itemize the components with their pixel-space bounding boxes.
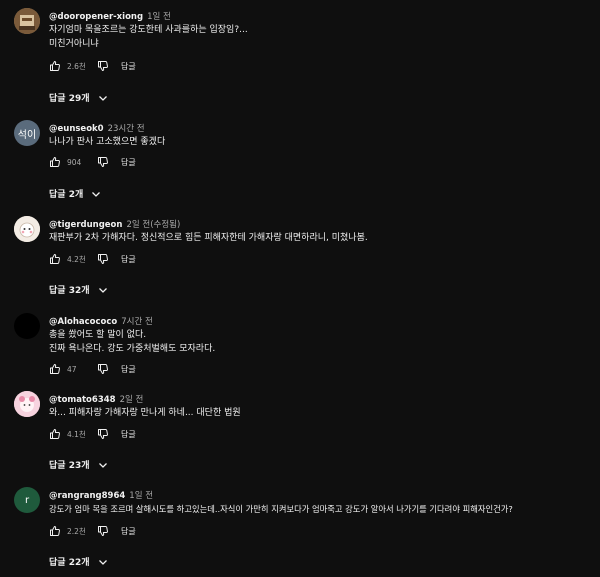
thumbs-up-icon[interactable] <box>49 60 61 72</box>
comment-actions: 4.1천 답글 <box>49 427 136 441</box>
reply-button[interactable]: 답글 <box>121 429 136 440</box>
reply-button[interactable]: 답글 <box>121 157 136 168</box>
author-name[interactable]: @tomato6348 <box>49 395 116 405</box>
chevron-down-icon <box>97 284 109 296</box>
replies-count: 답글 2개 <box>49 190 84 200</box>
comment-line: 총을 쐈어도 할 말이 없다. <box>49 330 147 340</box>
thumbs-up-icon[interactable] <box>49 428 61 440</box>
chevron-down-icon <box>97 92 109 104</box>
reply-button[interactable]: 답글 <box>121 364 136 375</box>
comment-header: @dooropener-xiong 1일 전 <box>49 10 171 22</box>
timestamp[interactable]: 7시간 전 <box>121 317 153 327</box>
comment-header: @Alohacococo 7시간 전 <box>49 315 153 327</box>
comment-line: 자기엄마 목을조르는 강도한테 사과를하는 입장임?... <box>49 25 248 35</box>
avatar[interactable] <box>14 391 40 417</box>
like-count: 47 <box>67 364 77 374</box>
thumbs-down-icon[interactable] <box>97 156 109 168</box>
avatar[interactable] <box>14 216 40 242</box>
thumbs-up-icon[interactable] <box>49 363 61 375</box>
thumbs-up-icon[interactable] <box>49 253 61 265</box>
comment-text: 총을 쐈어도 할 말이 없다. 진짜 욕나온다. 강도 가중처벌해도 모자라다. <box>49 329 589 356</box>
like-count: 904 <box>67 157 82 167</box>
thumbs-up-icon[interactable] <box>49 156 61 168</box>
author-name[interactable]: @Alohacococo <box>49 317 117 327</box>
replies-count: 답글 32개 <box>49 286 90 296</box>
timestamp[interactable]: 2일 전 <box>120 395 144 405</box>
thumbs-down-icon[interactable] <box>97 525 109 537</box>
comment-header: @eunseok0 23시간 전 <box>49 122 145 134</box>
comment-actions: 47 답글 <box>49 362 136 376</box>
avatar-image <box>14 8 40 34</box>
comment-text: 강도가 엄마 목을 조르며 살해시도를 하고있는데..자식이 가만히 지켜보다가… <box>49 503 589 517</box>
avatar-image <box>14 391 40 417</box>
timestamp[interactable]: 1일 전 <box>147 12 171 22</box>
thumbs-up-icon[interactable] <box>49 525 61 537</box>
view-replies-button[interactable]: 답글 32개 <box>49 283 109 296</box>
thumbs-down-icon[interactable] <box>97 60 109 72</box>
timestamp[interactable]: 23시간 전 <box>108 124 145 134</box>
thumbs-down-icon[interactable] <box>97 428 109 440</box>
comment-line: 와... 피해자랑 가해자랑 만나게 하네... 대단한 법원 <box>49 408 241 418</box>
thumbs-down-icon[interactable] <box>97 253 109 265</box>
avatar-text: 석이 <box>17 129 37 141</box>
author-name[interactable]: @dooropener-xiong <box>49 12 143 22</box>
comment-header: @rangrang8964 1일 전 <box>49 489 153 501</box>
like-count: 2.6천 <box>67 61 86 71</box>
avatar-text: r <box>24 494 30 506</box>
comment-actions: 2.2천 답글 <box>49 524 136 538</box>
timestamp[interactable]: 1일 전 <box>129 491 153 501</box>
replies-count: 답글 29개 <box>49 94 90 104</box>
view-replies-button[interactable]: 답글 29개 <box>49 91 109 104</box>
comment-header: @tomato6348 2일 전 <box>49 393 143 405</box>
replies-count: 답글 22개 <box>49 558 90 568</box>
view-replies-button[interactable]: 답글 23개 <box>49 458 109 471</box>
comment-text: 나나가 판사 고소했으면 좋겠다 <box>49 136 589 150</box>
comment-header: @tigerdungeon 2일 전(수정됨) <box>49 218 180 230</box>
like-count: 2.2천 <box>67 526 86 536</box>
comment-actions: 904 답글 <box>49 155 136 169</box>
comment-text: 자기엄마 목을조르는 강도한테 사과를하는 입장임?... 미친거아니냐 <box>49 24 589 51</box>
chevron-down-icon <box>97 459 109 471</box>
comment-line: 나나가 판사 고소했으면 좋겠다 <box>49 137 166 147</box>
avatar[interactable]: 석이 <box>14 120 40 146</box>
comment-line: 강도가 엄마 목을 조르며 살해시도를 하고있는데..자식이 가만히 지켜보다가… <box>49 504 513 514</box>
replies-count: 답글 23개 <box>49 461 90 471</box>
comment-line: 미친거아니냐 <box>49 38 99 49</box>
author-name[interactable]: @rangrang8964 <box>49 491 125 501</box>
view-replies-button[interactable]: 답글 2개 <box>49 187 102 200</box>
author-name[interactable]: @tigerdungeon <box>49 220 122 230</box>
comment-line: 진짜 욕나온다. 강도 가중처벌해도 모자라다. <box>49 343 216 354</box>
reply-button[interactable]: 답글 <box>121 254 136 265</box>
view-replies-button[interactable]: 답글 22개 <box>49 555 109 568</box>
comment-actions: 4.2천 답글 <box>49 252 136 266</box>
timestamp[interactable]: 2일 전(수정됨) <box>126 220 180 230</box>
comment-text: 와... 피해자랑 가해자랑 만나게 하네... 대단한 법원 <box>49 407 589 421</box>
chevron-down-icon <box>90 188 102 200</box>
avatar-image <box>14 216 40 242</box>
chevron-down-icon <box>97 556 109 568</box>
comment-actions: 2.6천 답글 <box>49 59 136 73</box>
author-name[interactable]: @eunseok0 <box>49 124 104 134</box>
avatar[interactable]: r <box>14 487 40 513</box>
like-count: 4.1천 <box>67 429 86 439</box>
reply-button[interactable]: 답글 <box>121 61 136 72</box>
comment-text: 재판부가 2차 가해자다. 정신적으로 힘든 피해자한테 가해자랑 대면하라니,… <box>49 232 589 246</box>
thumbs-down-icon[interactable] <box>97 363 109 375</box>
reply-button[interactable]: 답글 <box>121 526 136 537</box>
comment-line: 재판부가 2차 가해자다. 정신적으로 힘든 피해자한테 가해자랑 대면하라니,… <box>49 233 368 243</box>
avatar[interactable] <box>14 313 40 339</box>
like-count: 4.2천 <box>67 254 86 264</box>
avatar[interactable] <box>14 8 40 34</box>
